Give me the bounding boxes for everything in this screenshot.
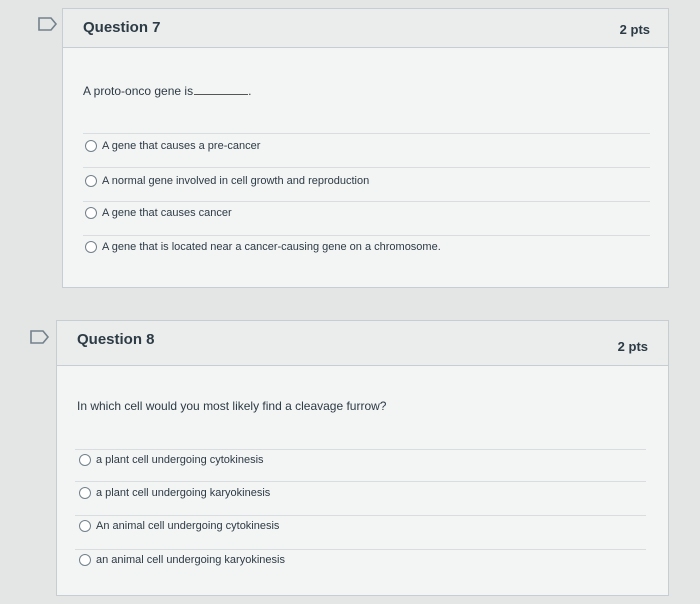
- answer-option[interactable]: a plant cell undergoing cytokinesis: [79, 454, 264, 466]
- question-card-7: Question 7 2 pts A proto-onco gene is. A…: [62, 8, 669, 288]
- question-prompt-suffix: .: [248, 84, 252, 98]
- question-prompt: A proto-onco gene is.: [83, 84, 251, 98]
- question-header: Question 8 2 pts: [57, 321, 668, 366]
- answer-option-label: A gene that is located near a cancer-cau…: [102, 241, 441, 253]
- option-divider: [75, 515, 646, 516]
- bookmark-flag-icon[interactable]: [38, 17, 58, 31]
- radio-button-icon[interactable]: [79, 454, 91, 466]
- option-divider: [75, 549, 646, 550]
- question-points: 2 pts: [619, 22, 650, 37]
- answer-option-label: A gene that causes cancer: [102, 207, 232, 219]
- answer-option-label: A gene that causes a pre-cancer: [102, 140, 261, 152]
- radio-button-icon[interactable]: [79, 520, 91, 532]
- radio-button-icon[interactable]: [85, 140, 97, 152]
- answer-option-label: An animal cell undergoing cytokinesis: [96, 520, 280, 532]
- answer-option[interactable]: a plant cell undergoing karyokinesis: [79, 487, 270, 499]
- answer-option-label: a plant cell undergoing cytokinesis: [96, 454, 264, 466]
- question-title: Question 8: [77, 331, 155, 348]
- radio-button-icon[interactable]: [85, 207, 97, 219]
- answer-option[interactable]: A gene that causes a pre-cancer: [85, 140, 260, 152]
- question-header: Question 7 2 pts: [63, 9, 668, 48]
- option-divider: [83, 235, 650, 236]
- fill-in-blank: [194, 94, 249, 95]
- radio-button-icon[interactable]: [85, 175, 97, 187]
- question-card-8: Question 8 2 pts In which cell would you…: [56, 320, 669, 596]
- option-divider: [83, 167, 650, 168]
- answer-option-label: a plant cell undergoing karyokinesis: [96, 487, 271, 499]
- option-divider: [83, 133, 650, 134]
- option-divider: [75, 449, 646, 450]
- radio-button-icon[interactable]: [79, 554, 91, 566]
- answer-option[interactable]: an animal cell undergoing karyokinesis: [79, 554, 285, 566]
- question-prompt: In which cell would you most likely find…: [77, 399, 387, 413]
- bookmark-flag-icon[interactable]: [30, 330, 50, 344]
- radio-button-icon[interactable]: [85, 241, 97, 253]
- question-points: 2 pts: [617, 339, 648, 354]
- option-divider: [75, 481, 646, 482]
- option-divider: [83, 201, 650, 202]
- answer-option[interactable]: A normal gene involved in cell growth an…: [85, 175, 369, 187]
- answer-option[interactable]: An animal cell undergoing cytokinesis: [79, 520, 279, 532]
- answer-option-label: an animal cell undergoing karyokinesis: [96, 554, 285, 566]
- answer-option[interactable]: A gene that is located near a cancer-cau…: [85, 241, 441, 253]
- answer-option[interactable]: A gene that causes cancer: [85, 207, 232, 219]
- answer-option-label: A normal gene involved in cell growth an…: [102, 175, 370, 187]
- radio-button-icon[interactable]: [79, 487, 91, 499]
- question-prompt-text: A proto-onco gene is: [83, 84, 194, 98]
- question-title: Question 7: [83, 19, 161, 36]
